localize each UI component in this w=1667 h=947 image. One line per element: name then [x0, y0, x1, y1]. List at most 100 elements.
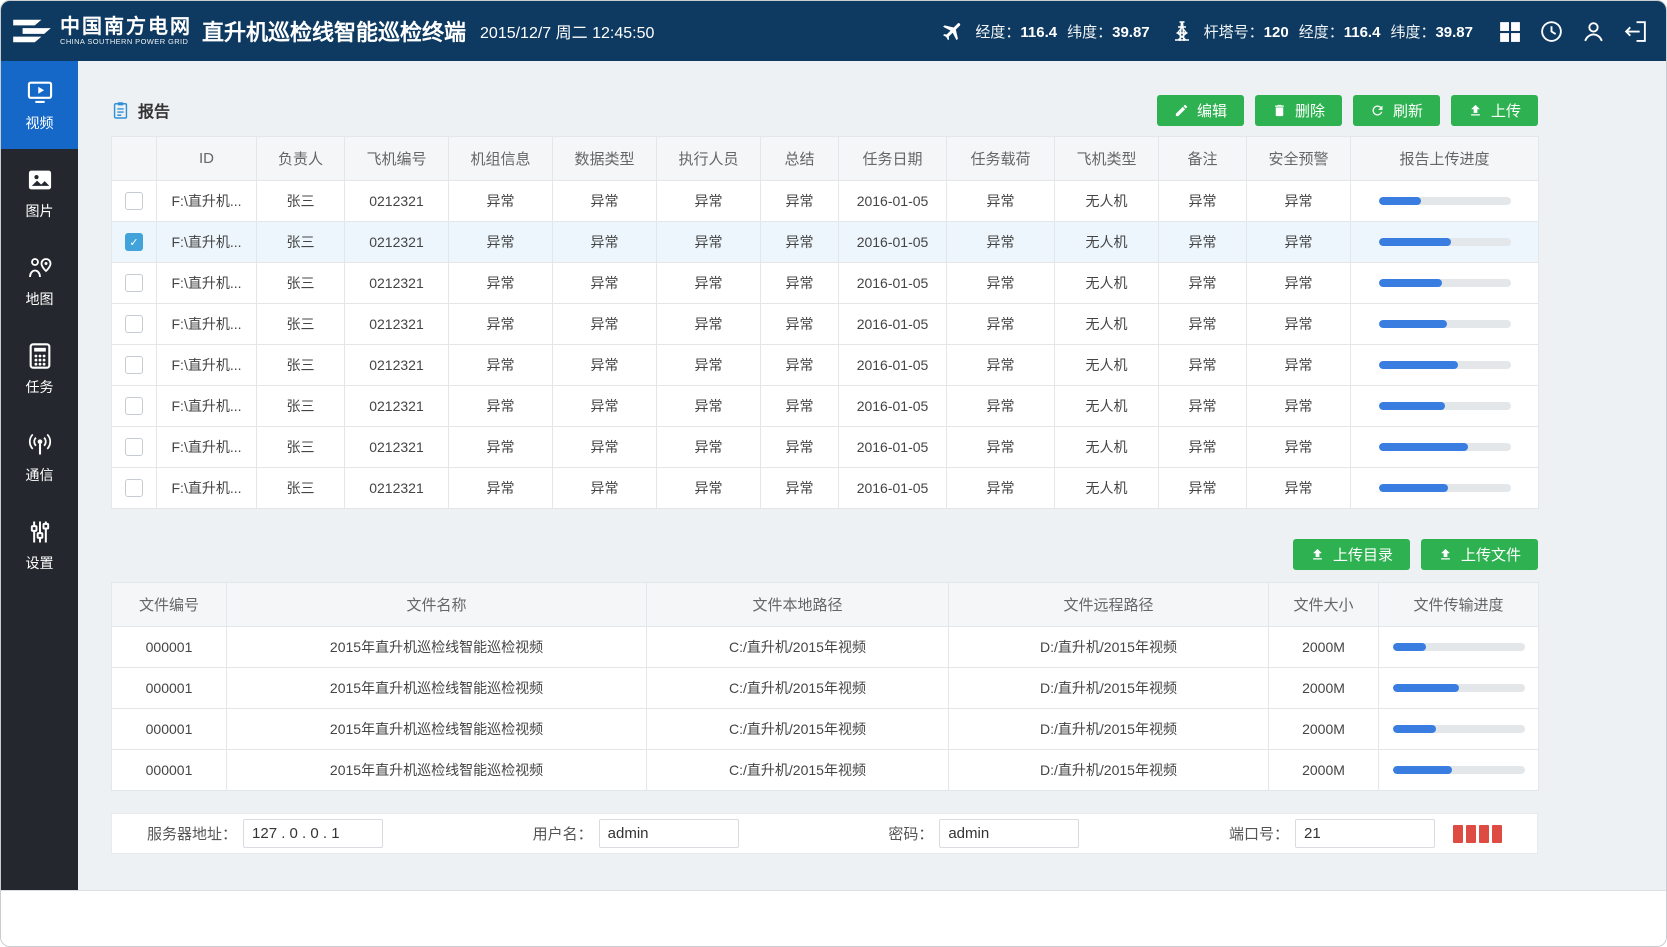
logout-icon[interactable] — [1623, 19, 1648, 44]
cell-size: 2000M — [1269, 627, 1379, 668]
username-input[interactable] — [599, 819, 739, 848]
sidebar-item-comm[interactable]: 通信 — [1, 413, 78, 501]
cell-payload: 异常 — [947, 427, 1055, 468]
cell-owner: 张三 — [257, 222, 345, 263]
cell-aircraft_no: 0212321 — [345, 304, 449, 345]
sidebar-item-tasks[interactable]: 任务 — [1, 325, 78, 413]
sidebar: 视频图片地图任务通信设置 — [1, 61, 78, 890]
button-label: 上传 — [1491, 100, 1521, 121]
port-input[interactable] — [1295, 819, 1435, 848]
task-icon — [26, 342, 54, 370]
cell-progress — [1379, 750, 1539, 791]
cell-remark: 异常 — [1159, 345, 1247, 386]
app-title: 直升机巡检线智能巡检终端 — [202, 15, 466, 47]
cell-size: 2000M — [1269, 709, 1379, 750]
cell-summary: 异常 — [761, 468, 839, 509]
report-row: ✓F:\直升机...张三0212321异常异常异常异常2016-01-05异常无… — [112, 222, 1539, 263]
cell-executor: 异常 — [657, 263, 761, 304]
checkbox-cell — [112, 181, 157, 222]
row-checkbox[interactable] — [125, 192, 143, 210]
windows-icon[interactable] — [1497, 19, 1522, 44]
cell-aircraft_no: 0212321 — [345, 181, 449, 222]
upload-progress-bar — [1379, 197, 1511, 205]
report-row: F:\直升机...张三0212321异常异常异常异常2016-01-05异常无人… — [112, 427, 1539, 468]
image-icon — [26, 166, 54, 194]
cell-progress — [1351, 304, 1539, 345]
cell-remark: 异常 — [1159, 181, 1247, 222]
upload-icon — [1468, 103, 1483, 118]
cell-aircraft_type: 无人机 — [1055, 386, 1159, 427]
sidebar-item-video[interactable]: 视频 — [1, 61, 78, 149]
cell-executor: 异常 — [657, 345, 761, 386]
cell-executor: 异常 — [657, 468, 761, 509]
column-header: 机组信息 — [449, 137, 553, 181]
row-checkbox[interactable] — [125, 356, 143, 374]
sidebar-item-label: 设置 — [26, 553, 54, 573]
cell-summary: 异常 — [761, 386, 839, 427]
cell-progress — [1351, 345, 1539, 386]
upload-file-button[interactable]: 上传文件 — [1421, 539, 1538, 570]
cell-remote_path: D:/直升机/2015年视频 — [949, 627, 1269, 668]
column-header: 文件远程路径 — [949, 583, 1269, 627]
cell-executor: 异常 — [657, 181, 761, 222]
sidebar-item-settings[interactable]: 设置 — [1, 501, 78, 589]
server-address-input[interactable] — [243, 819, 383, 848]
upload-progress-bar — [1379, 484, 1511, 492]
cell-task_date: 2016-01-05 — [839, 427, 947, 468]
cell-payload: 异常 — [947, 181, 1055, 222]
cell-owner: 张三 — [257, 468, 345, 509]
column-header: 备注 — [1159, 137, 1247, 181]
upload-directory-button[interactable]: 上传目录 — [1293, 539, 1410, 570]
cell-file_name: 2015年直升机巡检线智能巡检视频 — [227, 709, 647, 750]
cell-progress — [1351, 222, 1539, 263]
cell-crew_info: 异常 — [449, 263, 553, 304]
upload-icon — [1310, 547, 1325, 562]
tower-latitude: 纬度：39.87 — [1390, 21, 1473, 42]
user-icon[interactable] — [1581, 19, 1606, 44]
row-checkbox[interactable] — [125, 315, 143, 333]
cell-aircraft_no: 0212321 — [345, 386, 449, 427]
cell-progress — [1379, 627, 1539, 668]
files-header: 上传目录上传文件 — [111, 539, 1538, 570]
edit-button[interactable]: 编辑 — [1157, 95, 1244, 126]
delete-button[interactable]: 删除 — [1255, 95, 1342, 126]
sidebar-item-images[interactable]: 图片 — [1, 149, 78, 237]
cell-aircraft_no: 0212321 — [345, 222, 449, 263]
video-icon — [26, 78, 54, 106]
cell-remark: 异常 — [1159, 427, 1247, 468]
row-checkbox[interactable] — [125, 438, 143, 456]
tower-position: 杆塔号：120 经度：116.4 纬度：39.87 — [1170, 19, 1473, 43]
cell-aircraft_type: 无人机 — [1055, 304, 1159, 345]
app-window: 中国南方电网 CHINA SOUTHERN POWER GRID 直升机巡检线智… — [0, 0, 1667, 947]
cell-file_no: 000001 — [112, 627, 227, 668]
cell-aircraft_type: 无人机 — [1055, 427, 1159, 468]
column-header: 文件名称 — [227, 583, 647, 627]
cell-data_type: 异常 — [553, 304, 657, 345]
column-header: 安全预警 — [1247, 137, 1351, 181]
cell-safety_warning: 异常 — [1247, 181, 1351, 222]
cell-remark: 异常 — [1159, 386, 1247, 427]
form-field-port: 端口号： — [1229, 819, 1502, 848]
cell-safety_warning: 异常 — [1247, 304, 1351, 345]
row-checkbox[interactable] — [125, 274, 143, 292]
transfer-progress-bar — [1393, 766, 1525, 774]
cell-remote_path: D:/直升机/2015年视频 — [949, 709, 1269, 750]
row-checkbox[interactable] — [125, 479, 143, 497]
signal-bar — [1453, 825, 1463, 843]
upload-button[interactable]: 上传 — [1451, 95, 1538, 126]
cell-id: F:\直升机... — [157, 181, 257, 222]
topbar-status: 经度：116.4 纬度：39.87 杆塔号：120 经度：116.4 纬度：39… — [941, 19, 1648, 44]
row-checkbox[interactable]: ✓ — [125, 233, 143, 251]
sidebar-item-map[interactable]: 地图 — [1, 237, 78, 325]
report-row: F:\直升机...张三0212321异常异常异常异常2016-01-05异常无人… — [112, 181, 1539, 222]
cell-data_type: 异常 — [553, 386, 657, 427]
history-icon[interactable] — [1539, 19, 1564, 44]
row-checkbox[interactable] — [125, 397, 143, 415]
cell-local_path: C:/直升机/2015年视频 — [647, 750, 949, 791]
cell-summary: 异常 — [761, 345, 839, 386]
cell-safety_warning: 异常 — [1247, 263, 1351, 304]
refresh-button[interactable]: 刷新 — [1353, 95, 1440, 126]
column-header: 飞机编号 — [345, 137, 449, 181]
password-input[interactable] — [939, 819, 1079, 848]
cell-remark: 异常 — [1159, 304, 1247, 345]
